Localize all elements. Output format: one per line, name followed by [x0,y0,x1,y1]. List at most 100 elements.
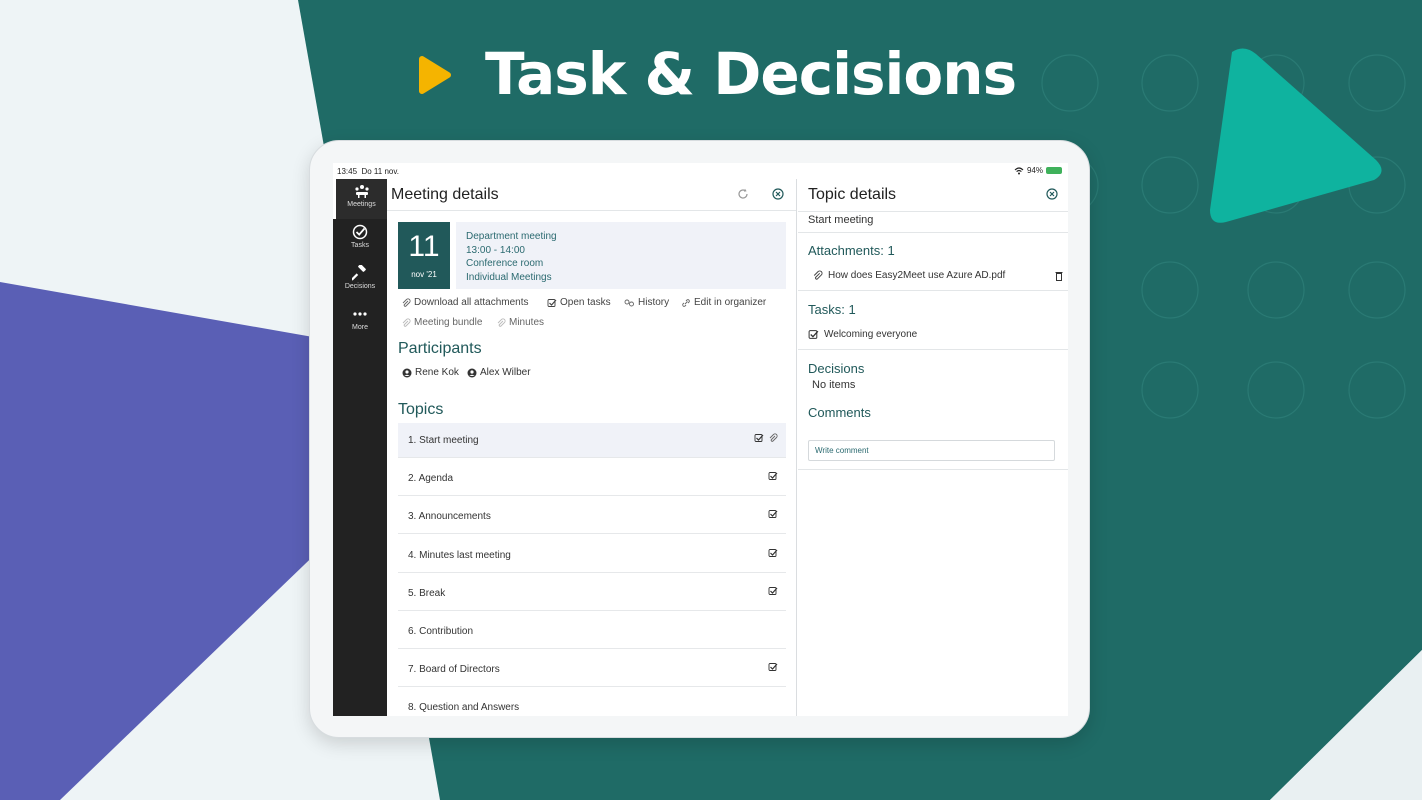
divider [798,290,1068,291]
history-action[interactable]: History [623,297,669,308]
topic-status-icons [768,548,778,558]
status-date: Do 11 nov. [361,167,399,176]
task-check-icon [754,434,764,442]
download-attachments-action[interactable]: Download all attachments [401,297,529,308]
task-check-icon [768,663,778,672]
download-attachments-label: Download all attachments [414,297,529,308]
meeting-bundle-action[interactable]: Meeting bundle [401,317,482,328]
paperclip-icon [769,433,778,442]
gavel-icon [352,265,366,281]
tasks-title: Tasks: 1 [808,302,856,317]
participant-name: Rene Kok [415,367,459,378]
meeting-bundle-label: Meeting bundle [414,317,483,328]
comments-title: Comments [808,405,871,420]
play-triangle-icon [419,56,451,94]
sidebar-label-decisions: Decisions [344,283,376,290]
topics-title: Topics [398,401,444,418]
meeting-details-header: Meeting details [387,179,796,211]
topic-row[interactable]: 4. Minutes last meeting [398,538,786,573]
sidebar-item-meetings[interactable]: Meetings [333,179,387,219]
minutes-action[interactable]: Minutes [496,317,544,328]
close-topic-details-icon[interactable] [1046,188,1058,200]
tablet-frame: 13:45 Do 11 nov. 94% Meetings Tasks Deci… [309,140,1090,738]
topic-status-icons [768,662,778,672]
battery-percent: 94% [1026,166,1043,175]
battery-icon [1046,167,1062,174]
meeting-location: Conference room [466,258,544,269]
attachments-title: Attachments: 1 [808,243,895,258]
sidebar-item-tasks[interactable]: Tasks [333,220,387,260]
meeting-time: 13:00 - 14:00 [466,244,525,256]
divider [798,211,1068,212]
sidebar-item-more[interactable]: More [333,302,387,342]
decisions-title: Decisions [808,361,865,376]
open-tasks-label: Open tasks [560,297,611,308]
task-item[interactable]: Welcoming everyone [808,329,917,340]
topic-row[interactable]: 5. Break [398,576,786,611]
participant-name: Alex Wilber [480,367,531,378]
attachment-item[interactable]: How does Easy2Meet use Azure AD.pdf [812,270,1005,281]
divider [798,232,1068,233]
task-label: Welcoming everyone [824,329,918,340]
sidebar-label-more: More [352,324,368,331]
edit-in-organizer-action[interactable]: Edit in organizer [681,297,766,308]
edit-in-organizer-label: Edit in organizer [694,297,767,308]
meetings-icon [354,185,369,198]
topic-row[interactable]: 1. Start meeting [398,423,786,458]
participant-item: Alex Wilber [467,367,531,378]
status-right: 94% [1014,166,1062,175]
sidebar-item-decisions[interactable]: Decisions [333,261,387,301]
topic-row[interactable]: 8. Question and Answers [398,690,786,716]
attachment-filename: How does Easy2Meet use Azure AD.pdf [828,270,1006,281]
meeting-month: nov '21 [411,270,437,279]
topic-label: 2. Agenda [408,473,454,485]
hero-title: Task & Decisions [485,40,1017,108]
participants-title: Participants [398,340,482,357]
status-time-date: 13:45 Do 11 nov. [337,167,399,176]
topic-row[interactable]: 3. Announcements [398,499,786,535]
paperclip-icon [813,270,823,280]
topic-row[interactable]: 2. Agenda [398,461,786,497]
participant-item: Rene Kok [402,367,459,378]
divider [798,469,1068,470]
topic-row[interactable]: 6. Contribution [398,614,786,649]
trash-icon[interactable] [1055,271,1063,281]
meeting-details-title: Meeting details [391,186,499,203]
comment-input[interactable] [808,440,1055,461]
history-label: History [638,297,670,308]
topic-label: 5. Break [408,587,446,599]
topic-status-icons [768,509,778,519]
task-check-icon [768,510,778,519]
topic-status-icons [768,586,778,596]
open-tasks-action[interactable]: Open tasks [547,297,611,308]
task-check-icon [352,224,368,240]
task-check-icon [808,330,819,339]
topic-details-pane: Topic details Start meeting Attachments:… [798,179,1068,716]
wifi-icon [1014,166,1024,174]
paperclip-icon [402,318,411,327]
decisions-empty-text: No items [812,379,856,391]
topic-label: 6. Contribution [408,626,474,637]
status-bar: 13:45 Do 11 nov. 94% [333,163,1068,179]
close-meeting-details-icon[interactable] [772,188,784,200]
paperclip-icon [497,318,506,327]
refresh-icon[interactable] [737,188,749,200]
topic-row[interactable]: 7. Board of Directors [398,652,786,688]
topic-label: 8. Question and Answers [408,702,520,714]
meeting-type: Individual Meetings [466,271,552,283]
person-icon [467,368,477,377]
sidebar-label-meetings: Meetings [347,201,376,208]
meeting-date-badge: 11 nov '21 [398,222,450,289]
topic-label: 1. Start meeting [408,435,479,446]
sidebar: Meetings Tasks Decisions More [333,179,387,716]
topic-label: 4. Minutes last meeting [408,549,511,561]
sidebar-label-tasks: Tasks [351,242,369,249]
minutes-label: Minutes [509,317,545,328]
history-icon [624,299,634,306]
meeting-name: Department meeting [466,231,557,242]
divider [798,349,1068,350]
topic-status-icons [768,471,778,481]
task-check-icon [768,586,778,595]
topic-label: 7. Board of Directors [408,664,500,676]
app-screen: 13:45 Do 11 nov. 94% Meetings Tasks Deci… [333,163,1068,716]
